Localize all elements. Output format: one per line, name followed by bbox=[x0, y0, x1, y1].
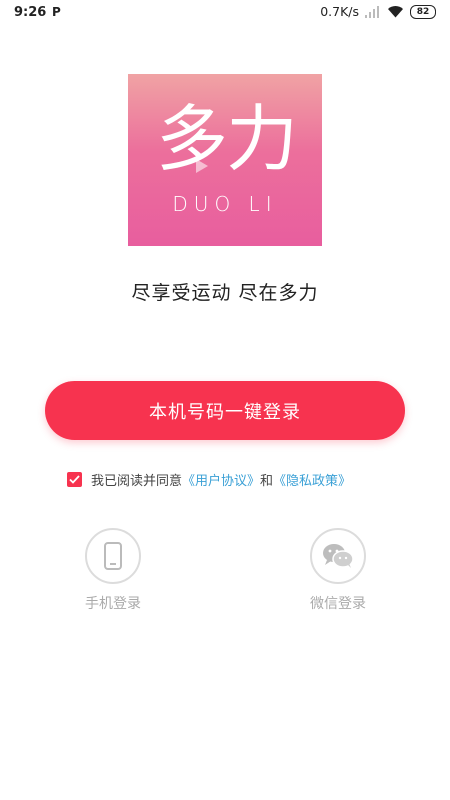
phone-login-button[interactable]: 手机登录 bbox=[63, 528, 163, 613]
app-logo: 多力 DUO LI bbox=[128, 74, 322, 246]
one-click-login-button[interactable]: 本机号码一键登录 bbox=[45, 381, 405, 440]
phone-icon bbox=[104, 542, 122, 570]
agreement-prefix: 我已阅读并同意 bbox=[91, 474, 183, 489]
privacy-policy-link[interactable]: 《隐私政策》 bbox=[273, 470, 351, 489]
agreement-conjunction: 和 bbox=[260, 474, 274, 489]
wechat-login-label: 微信登录 bbox=[310, 596, 366, 612]
logo-chinese-text: 多力 bbox=[155, 97, 298, 181]
user-agreement-link[interactable]: 《用户协议》 bbox=[182, 470, 260, 489]
status-time: 9:26 bbox=[14, 5, 47, 20]
wechat-login-button[interactable]: 微信登录 bbox=[288, 528, 388, 613]
agreement-checkbox[interactable] bbox=[67, 472, 82, 487]
logo-english-text: DUO LI bbox=[172, 192, 278, 216]
check-icon bbox=[69, 475, 80, 484]
one-click-login-label: 本机号码一键登录 bbox=[149, 401, 301, 423]
parking-notification-icon: P bbox=[52, 5, 61, 19]
phone-login-circle[interactable] bbox=[85, 528, 141, 584]
agreement-row: 我已阅读并同意 《用户协议》 和 《隐私政策》 bbox=[67, 470, 351, 489]
battery-icon: 82 bbox=[410, 4, 436, 19]
logo-play-icon bbox=[196, 159, 208, 173]
status-bar: 9:26 P 0.7K/s 82 bbox=[0, 0, 450, 26]
phone-login-label: 手机登录 bbox=[85, 596, 141, 612]
slogan: 尽享受运动 尽在多力 bbox=[131, 282, 319, 304]
status-right-group: 0.7K/s 82 bbox=[320, 4, 436, 19]
wechat-login-circle[interactable] bbox=[310, 528, 366, 584]
wechat-icon bbox=[323, 544, 354, 568]
signal-icon bbox=[365, 5, 379, 18]
network-speed: 0.7K/s bbox=[320, 4, 359, 19]
wifi-icon bbox=[388, 6, 403, 18]
